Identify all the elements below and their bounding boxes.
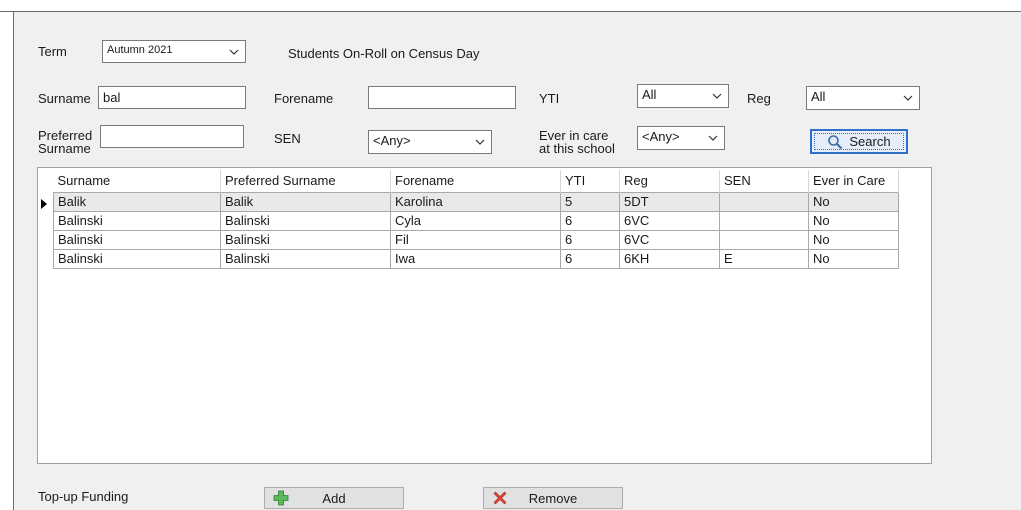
cell-surname: Balinski bbox=[53, 229, 221, 250]
reg-label: Reg bbox=[747, 91, 771, 106]
cell-forename: Iwa bbox=[390, 248, 561, 269]
forename-input[interactable] bbox=[368, 86, 516, 109]
cell-sen bbox=[719, 210, 809, 231]
ever-in-care-label: Ever in care at this school bbox=[539, 129, 615, 155]
ever-in-care-label-line2: at this school bbox=[539, 141, 615, 156]
search-button[interactable]: Search bbox=[810, 129, 908, 154]
term-select[interactable]: Autumn 2021 bbox=[102, 40, 246, 63]
term-label: Term bbox=[38, 44, 67, 59]
current-row-indicator-icon bbox=[41, 199, 47, 209]
chevron-down-icon bbox=[475, 138, 485, 146]
table-row[interactable]: Balinski Balinski Fil 6 6VC No bbox=[53, 229, 899, 250]
cell-forename: Cyla bbox=[390, 210, 561, 231]
ever-in-care-select[interactable]: <Any> bbox=[637, 126, 725, 150]
chevron-down-icon bbox=[903, 94, 913, 102]
sen-label: SEN bbox=[274, 131, 301, 146]
results-grid[interactable]: Surname Preferred Surname Forename YTI R… bbox=[37, 167, 932, 464]
topup-funding-label: Top-up Funding bbox=[38, 489, 129, 504]
cell-preferred-surname: Balinski bbox=[220, 210, 391, 231]
students-dialog: Term Autumn 2021 Students On-Roll on Cen… bbox=[0, 0, 1021, 510]
cell-surname: Balinski bbox=[53, 210, 221, 231]
magnifier-icon bbox=[827, 134, 843, 150]
cell-forename: Fil bbox=[390, 229, 561, 250]
column-header-reg[interactable]: Reg bbox=[619, 170, 720, 192]
cell-ever-in-care: No bbox=[808, 210, 899, 231]
forename-label: Forename bbox=[274, 91, 334, 106]
cell-ever-in-care: No bbox=[808, 248, 899, 269]
cell-surname: Balinski bbox=[53, 248, 221, 269]
search-button-label: Search bbox=[849, 134, 891, 149]
cell-reg: 6KH bbox=[619, 248, 720, 269]
census-caption: Students On-Roll on Census Day bbox=[288, 46, 480, 61]
column-header-sen[interactable]: SEN bbox=[719, 170, 809, 192]
column-header-yti[interactable]: YTI bbox=[560, 170, 620, 192]
reg-select[interactable]: All bbox=[806, 86, 920, 110]
cell-preferred-surname: Balinski bbox=[220, 248, 391, 269]
column-header-ever-in-care[interactable]: Ever in Care bbox=[808, 170, 899, 192]
cell-sen bbox=[719, 191, 809, 212]
cell-yti: 6 bbox=[560, 248, 620, 269]
remove-button-label: Remove bbox=[528, 490, 578, 506]
cell-surname: Balik bbox=[53, 191, 221, 212]
add-button[interactable]: Add bbox=[264, 487, 404, 509]
preferred-surname-input[interactable] bbox=[100, 125, 244, 148]
surname-input[interactable]: bal bbox=[98, 86, 246, 109]
reg-select-value: All bbox=[811, 89, 826, 104]
cell-reg: 5DT bbox=[619, 191, 720, 212]
cell-ever-in-care: No bbox=[808, 191, 899, 212]
cell-sen: E bbox=[719, 248, 809, 269]
surname-label: Surname bbox=[38, 91, 91, 106]
cell-yti: 6 bbox=[560, 229, 620, 250]
table-row[interactable]: Balik Balik Karolina 5 5DT No bbox=[53, 191, 899, 212]
cell-ever-in-care: No bbox=[808, 229, 899, 250]
chevron-down-icon bbox=[712, 92, 722, 100]
yti-select[interactable]: All bbox=[637, 84, 729, 108]
column-header-preferred-surname[interactable]: Preferred Surname bbox=[220, 170, 391, 192]
table-row[interactable]: Balinski Balinski Cyla 6 6VC No bbox=[53, 210, 899, 231]
yti-label: YTI bbox=[539, 91, 560, 106]
grid-header-row: Surname Preferred Surname Forename YTI R… bbox=[53, 170, 899, 192]
column-header-forename[interactable]: Forename bbox=[390, 170, 561, 192]
cell-preferred-surname: Balinski bbox=[220, 229, 391, 250]
chevron-down-icon bbox=[229, 48, 239, 56]
chevron-down-icon bbox=[708, 134, 718, 142]
cell-yti: 5 bbox=[560, 191, 620, 212]
results-table: Surname Preferred Surname Forename YTI R… bbox=[53, 170, 899, 269]
cell-sen bbox=[719, 229, 809, 250]
cell-reg: 6VC bbox=[619, 229, 720, 250]
cell-preferred-surname: Balik bbox=[220, 191, 391, 212]
cell-forename: Karolina bbox=[390, 191, 561, 212]
table-row[interactable]: Balinski Balinski Iwa 6 6KH E No bbox=[53, 248, 899, 269]
remove-button[interactable]: Remove bbox=[483, 487, 623, 509]
cell-yti: 6 bbox=[560, 210, 620, 231]
yti-select-value: All bbox=[642, 87, 657, 102]
cell-reg: 6VC bbox=[619, 210, 720, 231]
preferred-surname-label-line2: Surname bbox=[38, 141, 91, 156]
add-button-label: Add bbox=[322, 490, 346, 506]
sen-select-value: <Any> bbox=[373, 133, 411, 148]
preferred-surname-label: Preferred Surname bbox=[38, 129, 92, 155]
term-select-value: Autumn 2021 bbox=[107, 44, 173, 56]
ever-in-care-select-value: <Any> bbox=[642, 129, 680, 144]
sen-select[interactable]: <Any> bbox=[368, 130, 492, 154]
column-header-surname[interactable]: Surname bbox=[53, 170, 221, 192]
